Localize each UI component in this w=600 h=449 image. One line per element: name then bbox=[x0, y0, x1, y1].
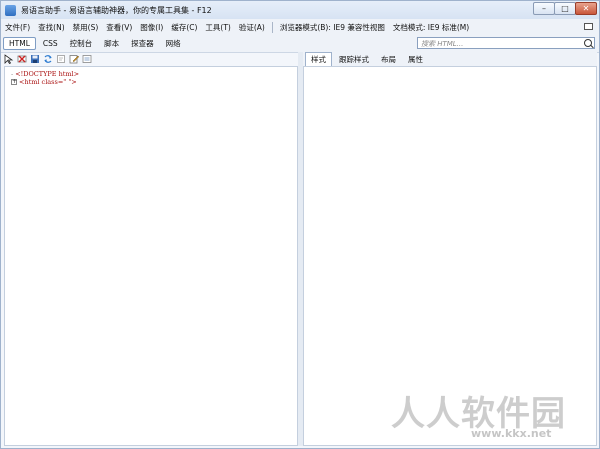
devtools-window: 易语言助手 - 易语言辅助神器，你的专属工具集 - F12 – □ ✕ 文件(F… bbox=[0, 0, 600, 449]
tab-script[interactable]: 脚本 bbox=[99, 37, 124, 50]
tab-network[interactable]: 网络 bbox=[161, 37, 186, 50]
clear-icon[interactable] bbox=[17, 54, 27, 64]
tree-node-doctype-text: <!DOCTYPE html> bbox=[15, 70, 80, 78]
menu-browser-mode[interactable]: 浏览器模式(B): IE9 兼容性视图 bbox=[276, 22, 389, 33]
menu-disable[interactable]: 禁用(S) bbox=[69, 22, 103, 33]
window-title: 易语言助手 - 易语言辅助神器，你的专属工具集 - F12 bbox=[21, 5, 212, 15]
select-element-icon[interactable] bbox=[4, 54, 14, 64]
menu-cache[interactable]: 缓存(C) bbox=[167, 22, 201, 33]
tab-style[interactable]: 样式 bbox=[305, 52, 332, 66]
menu-separator bbox=[271, 21, 273, 33]
maximize-button[interactable]: □ bbox=[554, 2, 576, 15]
tab-css[interactable]: CSS bbox=[38, 38, 63, 49]
tab-console[interactable]: 控制台 bbox=[65, 37, 98, 50]
save-icon[interactable] bbox=[30, 54, 40, 64]
menu-validate[interactable]: 验证(A) bbox=[235, 22, 269, 33]
edit-icon[interactable] bbox=[69, 54, 79, 64]
tab-profiler[interactable]: 探查器 bbox=[126, 37, 159, 50]
search-placeholder: 搜索 HTML... bbox=[421, 40, 464, 48]
word-wrap-icon[interactable] bbox=[56, 54, 66, 64]
tab-trace-styles[interactable]: 跟踪样式 bbox=[334, 53, 374, 66]
style-tabs: 样式 跟踪样式 布局 属性 bbox=[303, 52, 597, 66]
html-toolbar bbox=[1, 52, 301, 66]
menu-file[interactable]: 文件(F) bbox=[1, 22, 34, 33]
close-button[interactable]: ✕ bbox=[575, 2, 597, 15]
expand-icon[interactable]: + bbox=[11, 79, 17, 85]
tree-node-doctype[interactable]: - <!DOCTYPE html> bbox=[11, 70, 79, 78]
app-icon bbox=[5, 4, 16, 16]
dom-view-icon[interactable] bbox=[82, 54, 92, 64]
html-tree-pane: - <!DOCTYPE html> + <html class=" "> bbox=[4, 66, 298, 446]
tree-connector: - bbox=[11, 70, 14, 78]
tab-html[interactable]: HTML bbox=[3, 37, 36, 50]
tab-layout[interactable]: 布局 bbox=[376, 53, 401, 66]
menu-find[interactable]: 查找(N) bbox=[34, 22, 68, 33]
menu-bar: 文件(F) 查找(N) 禁用(S) 查看(V) 图像(I) 缓存(C) 工具(T… bbox=[1, 19, 599, 36]
menu-view[interactable]: 查看(V) bbox=[102, 22, 136, 33]
menu-images[interactable]: 图像(I) bbox=[136, 22, 167, 33]
search-input[interactable]: 搜索 HTML... bbox=[417, 37, 595, 49]
menu-document-mode[interactable]: 文档模式: IE9 标准(M) bbox=[389, 22, 473, 33]
tab-attributes[interactable]: 属性 bbox=[403, 53, 428, 66]
watermark-url: www.kkx.net bbox=[471, 427, 552, 440]
menu-tools[interactable]: 工具(T) bbox=[201, 22, 234, 33]
title-bar: 易语言助手 - 易语言辅助神器，你的专属工具集 - F12 – □ ✕ bbox=[1, 1, 599, 19]
dock-toggle-icon[interactable] bbox=[584, 23, 593, 30]
tree-node-html[interactable]: + <html class=" "> bbox=[11, 78, 77, 86]
search-icon[interactable] bbox=[584, 39, 592, 47]
refresh-icon[interactable] bbox=[43, 54, 53, 64]
minimize-button[interactable]: – bbox=[533, 2, 555, 15]
tree-node-html-text: <html class=" "> bbox=[19, 78, 77, 86]
